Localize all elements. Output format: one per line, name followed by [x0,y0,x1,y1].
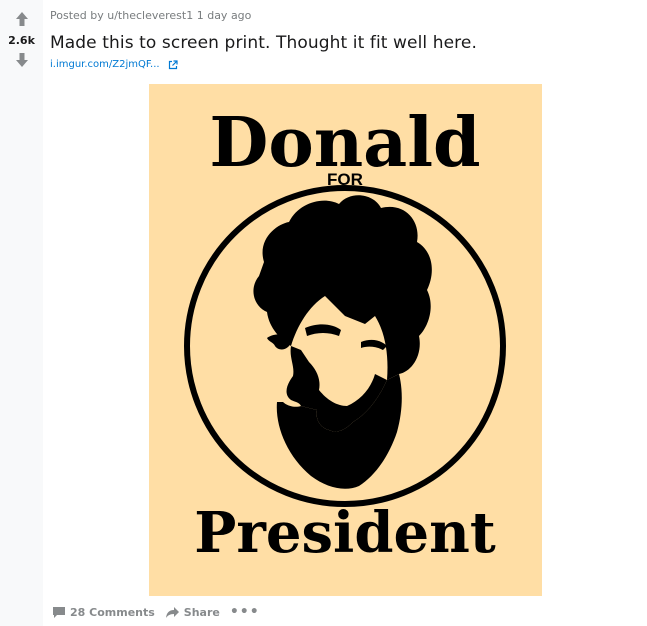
share-arrow-icon [165,606,179,618]
post-title[interactable]: Made this to screen print. Thought it fi… [50,33,477,53]
poster-footer: President [194,500,496,566]
arrow-down-icon [16,53,28,67]
comments-button[interactable]: 28 Comments [52,606,155,619]
arrow-up-icon [16,12,28,26]
downvote-button[interactable] [14,52,30,68]
post-meta[interactable]: Posted by u/thecleverest1 1 day ago [50,9,251,22]
external-link[interactable]: i.imgur.com/Z2jmQF... [50,59,160,70]
poster-artwork: Donald FOR President [149,84,542,596]
comments-label: 28 Comments [70,605,155,619]
share-label: Share [183,605,220,619]
post-image[interactable]: Donald FOR President [149,84,542,596]
share-button[interactable]: Share [165,606,220,619]
comment-bubble-icon [53,606,65,618]
vote-score: 2.6k [8,34,35,47]
post-card: 2.6k Posted by u/thecleverest1 1 day ago… [0,0,647,626]
post-link-row: i.imgur.com/Z2jmQF... [50,59,178,70]
external-link-icon[interactable] [168,59,178,70]
vote-column: 2.6k [0,0,43,626]
more-options-button[interactable]: ••• [230,605,260,619]
upvote-button[interactable] [14,11,30,27]
post-actions: 28 Comments Share ••• [52,603,260,621]
